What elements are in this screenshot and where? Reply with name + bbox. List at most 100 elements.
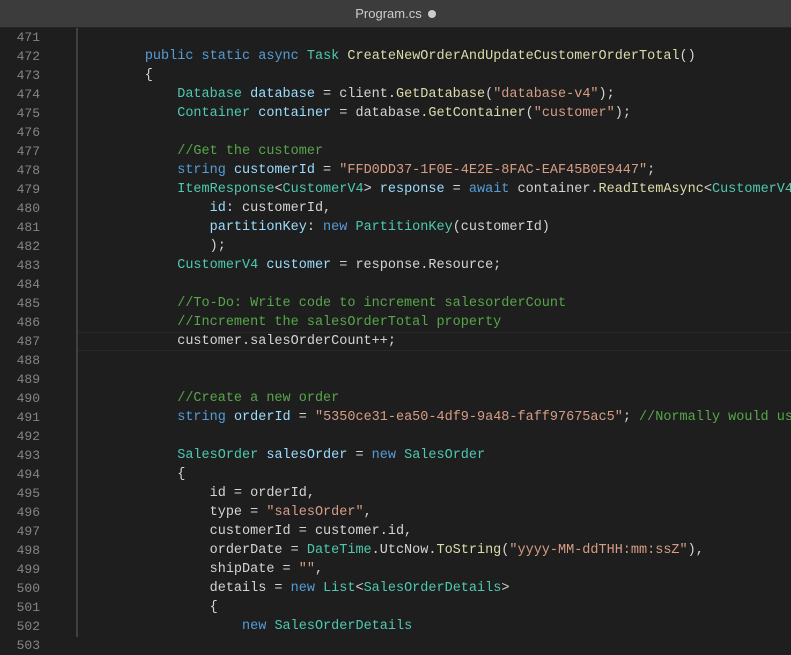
token-type: PartitionKey bbox=[355, 220, 452, 235]
token-plain bbox=[242, 87, 250, 102]
token-str: "5350ce31-ea50-4df9-9a48-faff97675ac5" bbox=[315, 410, 623, 425]
code-line[interactable]: CustomerV4 customer = response.Resource; bbox=[80, 256, 791, 275]
code-editor[interactable]: 4714724734744754764774784794804814824834… bbox=[0, 28, 791, 637]
line-number: 489 bbox=[0, 370, 40, 389]
code-line[interactable]: string customerId = "FFD0DD37-1F0E-4E2E-… bbox=[80, 161, 791, 180]
token-method: GetContainer bbox=[428, 106, 525, 121]
token-type: Task bbox=[307, 49, 339, 64]
token-plain bbox=[226, 163, 234, 178]
token-type: SalesOrderDetails bbox=[274, 619, 412, 634]
token-str: "" bbox=[299, 562, 315, 577]
tab-filename: Program.cs bbox=[355, 6, 421, 21]
token-method: ReadItemAsync bbox=[599, 182, 704, 197]
token-plain: () bbox=[680, 49, 696, 64]
code-line[interactable] bbox=[80, 351, 791, 370]
line-number: 490 bbox=[0, 389, 40, 408]
token-kw: new bbox=[323, 220, 347, 235]
code-line[interactable]: { bbox=[80, 66, 791, 85]
token-plain: > bbox=[501, 581, 509, 596]
code-line[interactable]: //Get the customer bbox=[80, 142, 791, 161]
code-line[interactable]: ); bbox=[80, 237, 791, 256]
token-plain: : customerId, bbox=[226, 201, 331, 216]
code-line[interactable]: customerId = customer.id, bbox=[80, 522, 791, 541]
line-number: 502 bbox=[0, 617, 40, 636]
token-type: Database bbox=[177, 87, 242, 102]
token-comment: //Get the customer bbox=[177, 144, 323, 159]
token-plain bbox=[80, 163, 177, 178]
line-number: 475 bbox=[0, 104, 40, 123]
code-line[interactable]: type = "salesOrder", bbox=[80, 503, 791, 522]
token-plain bbox=[80, 410, 177, 425]
line-number: 492 bbox=[0, 427, 40, 446]
code-line[interactable]: orderDate = DateTime.UtcNow.ToString("yy… bbox=[80, 541, 791, 560]
line-number: 471 bbox=[0, 28, 40, 47]
code-line[interactable]: shipDate = "", bbox=[80, 560, 791, 579]
code-line[interactable]: Database database = client.GetDatabase("… bbox=[80, 85, 791, 104]
token-plain: = bbox=[291, 410, 315, 425]
code-line[interactable]: Container container = database.GetContai… bbox=[80, 104, 791, 123]
fold-margin bbox=[52, 28, 66, 637]
token-plain: ( bbox=[485, 87, 493, 102]
token-plain bbox=[80, 296, 177, 311]
code-line[interactable]: //Create a new order bbox=[80, 389, 791, 408]
token-str: "database-v4" bbox=[493, 87, 598, 102]
token-plain: orderDate = bbox=[80, 543, 307, 558]
line-number: 478 bbox=[0, 161, 40, 180]
code-line[interactable]: public static async Task CreateNewOrderA… bbox=[80, 47, 791, 66]
token-plain bbox=[315, 581, 323, 596]
line-number: 474 bbox=[0, 85, 40, 104]
token-comment: //Create a new order bbox=[177, 391, 339, 406]
line-number: 487 bbox=[0, 332, 40, 351]
token-plain: < bbox=[274, 182, 282, 197]
code-line[interactable]: partitionKey: new PartitionKey(customerI… bbox=[80, 218, 791, 237]
line-number: 495 bbox=[0, 484, 40, 503]
line-number: 477 bbox=[0, 142, 40, 161]
code-line[interactable]: customer.salesOrderCount++; bbox=[80, 332, 791, 351]
token-plain bbox=[80, 87, 177, 102]
code-line[interactable]: //To-Do: Write code to increment salesor… bbox=[80, 294, 791, 313]
token-plain: ); bbox=[599, 87, 615, 102]
code-line[interactable]: { bbox=[80, 598, 791, 617]
code-line[interactable]: string orderId = "5350ce31-ea50-4df9-9a4… bbox=[80, 408, 791, 427]
token-type: CustomerV4 bbox=[712, 182, 791, 197]
token-type: SalesOrder bbox=[177, 448, 258, 463]
token-plain bbox=[80, 258, 177, 273]
line-number: 472 bbox=[0, 47, 40, 66]
token-plain bbox=[226, 410, 234, 425]
token-comment: //Normally would use Guid bbox=[639, 410, 791, 425]
code-line[interactable] bbox=[80, 370, 791, 389]
code-line[interactable] bbox=[80, 28, 791, 47]
code-line[interactable]: id: customerId, bbox=[80, 199, 791, 218]
token-type: CustomerV4 bbox=[177, 258, 258, 273]
code-line[interactable]: //Increment the salesOrderTotal property bbox=[80, 313, 791, 332]
code-line[interactable]: ItemResponse<CustomerV4> response = awai… bbox=[80, 180, 791, 199]
title-bar: Program.cs bbox=[0, 0, 791, 28]
line-number: 488 bbox=[0, 351, 40, 370]
token-plain: (customerId) bbox=[453, 220, 550, 235]
editor-tab[interactable]: Program.cs bbox=[345, 6, 445, 21]
token-type: ItemResponse bbox=[177, 182, 274, 197]
token-plain: customer.salesOrderCount++; bbox=[80, 334, 396, 349]
code-line[interactable] bbox=[80, 123, 791, 142]
token-plain bbox=[193, 49, 201, 64]
token-plain: details = bbox=[80, 581, 291, 596]
code-line[interactable]: { bbox=[80, 465, 791, 484]
code-line[interactable] bbox=[80, 427, 791, 446]
code-line[interactable]: SalesOrder salesOrder = new SalesOrder bbox=[80, 446, 791, 465]
code-line[interactable]: new SalesOrderDetails bbox=[80, 617, 791, 636]
token-kw: new bbox=[372, 448, 396, 463]
line-number: 498 bbox=[0, 541, 40, 560]
code-line[interactable]: details = new List<SalesOrderDetails> bbox=[80, 579, 791, 598]
code-line[interactable] bbox=[80, 275, 791, 294]
token-local: orderId bbox=[234, 410, 291, 425]
line-number: 493 bbox=[0, 446, 40, 465]
token-local: customer bbox=[266, 258, 331, 273]
token-method: GetDatabase bbox=[396, 87, 485, 102]
line-number: 496 bbox=[0, 503, 40, 522]
line-number: 485 bbox=[0, 294, 40, 313]
token-type: List bbox=[323, 581, 355, 596]
token-plain: , bbox=[364, 505, 372, 520]
code-line[interactable]: id = orderId, bbox=[80, 484, 791, 503]
code-content[interactable]: public static async Task CreateNewOrderA… bbox=[78, 28, 791, 637]
token-plain: < bbox=[704, 182, 712, 197]
